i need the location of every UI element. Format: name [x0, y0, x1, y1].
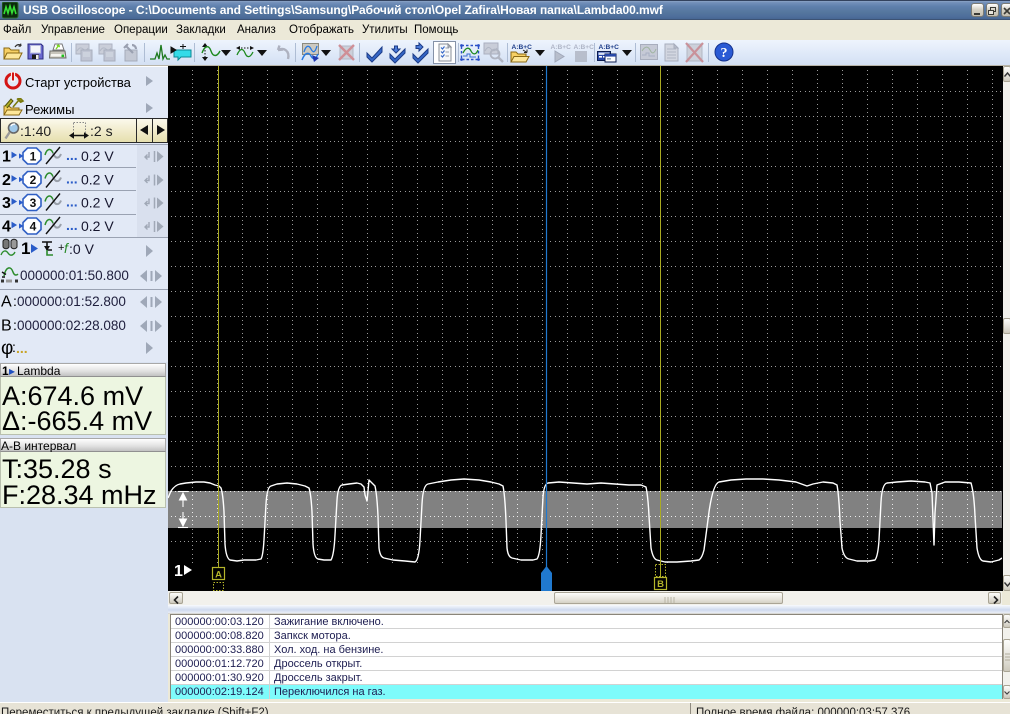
svg-text:...: ... — [66, 171, 78, 187]
svg-text:4: 4 — [30, 220, 37, 234]
svg-text:A: A — [215, 570, 222, 581]
svg-text:2: 2 — [30, 173, 37, 187]
svg-text:A:B+C: A:B+C — [599, 44, 620, 51]
svg-text:...: ... — [66, 194, 78, 210]
svg-text:000000:01:50.800: 000000:01:50.800 — [20, 268, 129, 283]
svg-text:000000:02:28.080: 000000:02:28.080 — [17, 318, 126, 333]
svg-text:B: B — [1, 318, 12, 335]
svg-text:A: A — [1, 294, 12, 311]
svg-text:0.2 V: 0.2 V — [81, 218, 114, 234]
svg-text:1: 1 — [21, 239, 30, 258]
svg-text:1: 1 — [30, 150, 37, 164]
svg-text::0 V: :0 V — [69, 241, 95, 257]
svg-text:3: 3 — [30, 196, 37, 210]
svg-text:A:B+C: A:B+C — [574, 44, 595, 51]
svg-text:0.2 V: 0.2 V — [81, 148, 114, 164]
svg-text:3: 3 — [2, 195, 11, 212]
svg-text:2: 2 — [2, 172, 11, 189]
svg-text:000000:01:52.800: 000000:01:52.800 — [17, 294, 126, 309]
svg-text:?: ? — [721, 46, 728, 61]
svg-text:...: ... — [66, 217, 78, 233]
svg-text:0.2 V: 0.2 V — [81, 172, 114, 188]
svg-text:1: 1 — [174, 563, 183, 580]
svg-text:4: 4 — [2, 219, 11, 236]
svg-text:0.2 V: 0.2 V — [81, 195, 114, 211]
svg-text:...: ... — [66, 147, 78, 163]
svg-text:A:B+C: A:B+C — [512, 44, 533, 51]
svg-text:...: ... — [16, 340, 28, 356]
svg-text:A:B+C: A:B+C — [551, 44, 572, 51]
svg-text:1: 1 — [2, 149, 11, 166]
svg-text:B: B — [657, 579, 664, 590]
